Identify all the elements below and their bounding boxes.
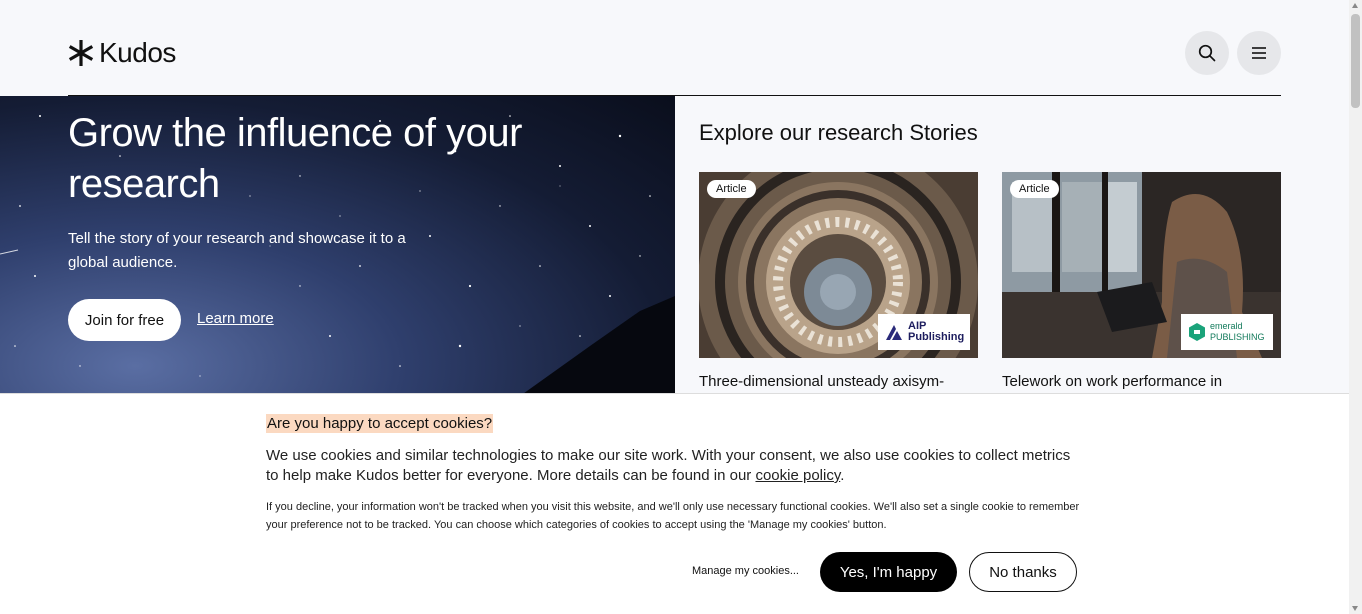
cookie-banner-text: We use cookies and similar technologies … — [266, 446, 1086, 486]
story-card-image: Article emerald PUBLISHING — [1002, 172, 1281, 358]
hero-subtitle: Tell the story of your research and show… — [68, 230, 406, 271]
article-badge: Article — [707, 180, 756, 198]
cookie-banner-title: Are you happy to accept cookies? — [266, 414, 494, 433]
cookie-policy-link[interactable]: cookie policy — [755, 467, 840, 484]
cookie-text-end: . — [840, 467, 845, 484]
story-card-image: Article AIP Publishing — [699, 172, 978, 358]
publisher-name: AIP Publishing — [908, 320, 965, 343]
emerald-logo-icon — [1189, 323, 1205, 341]
hero-section: Grow the influence of your research Tell… — [0, 96, 675, 396]
cookie-banner: Are you happy to accept cookies? We use … — [0, 393, 1349, 614]
logo-text: Kudos — [99, 37, 176, 68]
scroll-down-arrow-icon[interactable] — [1352, 606, 1358, 611]
article-badge: Article — [1010, 180, 1059, 198]
hamburger-menu-icon — [1252, 47, 1266, 59]
search-button[interactable] — [1185, 31, 1229, 75]
cookie-banner-details: If you decline, your information won't b… — [266, 501, 1080, 531]
story-card[interactable]: Article emerald PUBLISHING Telework on w… — [1002, 172, 1281, 390]
cookie-text-main: We use cookies and similar technologies … — [266, 447, 1071, 484]
menu-button[interactable] — [1237, 31, 1281, 75]
page-scrollbar[interactable] — [1349, 0, 1362, 614]
story-card-title[interactable]: Telework on work performance in — [1002, 373, 1281, 390]
scrollbar-thumb[interactable] — [1351, 14, 1360, 108]
publisher-name: emerald PUBLISHING — [1210, 321, 1265, 342]
site-header: Kudos — [0, 0, 1349, 95]
hero-title: Grow the influence of your research — [68, 111, 522, 206]
emerald-publishing-logo: emerald PUBLISHING — [1181, 314, 1273, 350]
accept-cookies-button[interactable]: Yes, I'm happy — [820, 552, 957, 592]
stories-heading: Explore our research Stories — [699, 120, 978, 145]
asterisk-logo-icon — [68, 40, 94, 66]
learn-more-link[interactable]: Learn more — [197, 310, 274, 327]
story-card[interactable]: Article AIP Publishing Three-dimensional… — [699, 172, 978, 390]
aip-logo-icon — [886, 325, 902, 340]
kudos-logo[interactable]: Kudos — [67, 38, 176, 68]
decline-cookies-button[interactable]: No thanks — [969, 552, 1077, 592]
scroll-up-arrow-icon[interactable] — [1352, 3, 1358, 8]
story-card-title[interactable]: Three-dimensional unsteady axisym- — [699, 373, 978, 390]
search-icon — [1198, 44, 1216, 62]
join-for-free-button[interactable]: Join for free — [68, 299, 181, 341]
manage-cookies-button[interactable]: Manage my cookies... — [692, 565, 799, 577]
aip-publishing-logo: AIP Publishing — [878, 314, 970, 350]
